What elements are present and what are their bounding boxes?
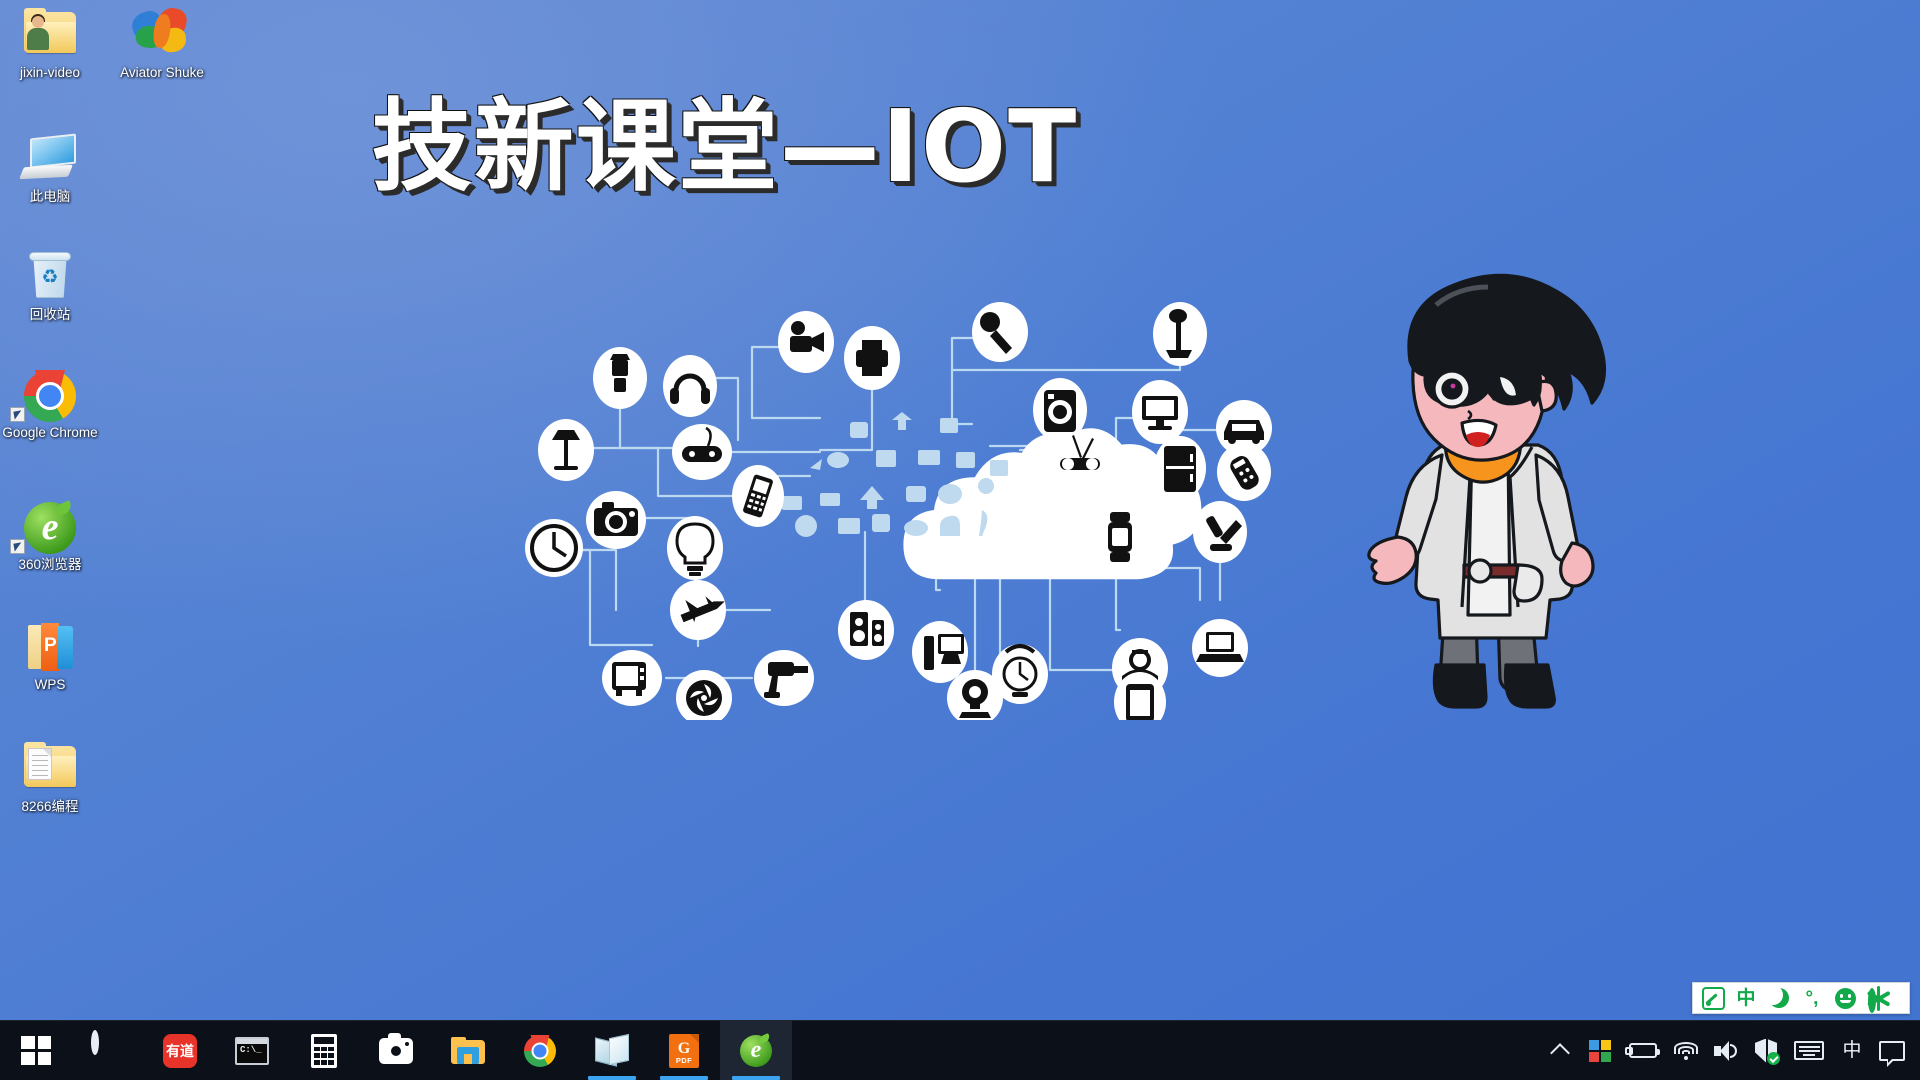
youdao-button[interactable]: 有道: [144, 1021, 216, 1080]
desktop-icon-label: WPS: [34, 677, 66, 692]
taskbar-buttons: 有道 C:\_ G PDF e: [0, 1021, 792, 1080]
desktop-icon-label: 此电脑: [29, 189, 71, 204]
desktop-icon-label: Aviator Shuke: [120, 65, 204, 80]
360-browser-icon: e: [2, 500, 98, 554]
360-browser-button[interactable]: e: [720, 1021, 792, 1080]
desktop-icon-label: 8266编程: [21, 799, 79, 814]
camera-icon: [379, 1032, 413, 1064]
system-tray: 中: [1540, 1021, 1920, 1080]
desktop-icon-label: jixin-video: [19, 65, 81, 80]
ime-settings-icon[interactable]: [1863, 985, 1893, 1013]
folder-icon: [451, 1037, 485, 1064]
file-explorer-button[interactable]: [432, 1021, 504, 1080]
desktop-icon-label: Google Chrome: [2, 425, 98, 440]
butterfly-icon: [114, 5, 210, 62]
show-hidden-icons-button[interactable]: [1540, 1021, 1580, 1080]
desktop-icon-label: 回收站: [29, 307, 71, 322]
360-browser-icon: e: [740, 1032, 772, 1067]
folder-document-icon: [2, 742, 98, 796]
ime-punctuation-icon[interactable]: °,: [1797, 985, 1827, 1011]
calculator-button[interactable]: [288, 1021, 360, 1080]
running-indicator: [588, 1076, 636, 1080]
wifi-icon: [1674, 1041, 1698, 1060]
start-button[interactable]: [0, 1021, 72, 1080]
cortana-icon: [91, 1029, 125, 1068]
iot-network-illustration: [520, 300, 1280, 720]
notes-button[interactable]: [576, 1021, 648, 1080]
this-pc-icon: [2, 132, 98, 186]
ime-logo-icon[interactable]: [1698, 985, 1728, 1011]
ime-moon-icon[interactable]: [1763, 985, 1794, 1011]
recycle-bin-icon: ♻: [2, 250, 98, 304]
battery-icon[interactable]: [1620, 1021, 1666, 1080]
battery-charging-icon: [1625, 1043, 1660, 1058]
app-tiles-icon[interactable]: [1580, 1021, 1620, 1080]
keyboard-icon: [1794, 1041, 1824, 1060]
ime-floating-toolbar[interactable]: 中 °,: [1692, 982, 1910, 1014]
desktop-icon-wps[interactable]: P WPS: [2, 620, 98, 692]
note-pages-icon: [595, 1033, 629, 1067]
cortana-button[interactable]: [72, 1021, 144, 1080]
active-indicator: [732, 1076, 780, 1080]
desktop-icon-google-chrome[interactable]: Google Chrome: [2, 368, 98, 440]
pdf-icon: G PDF: [669, 1033, 699, 1068]
shield-check-icon: [1755, 1038, 1780, 1065]
speaker-icon: [1714, 1040, 1738, 1061]
shortcut-overlay-icon: [10, 539, 25, 554]
shortcut-overlay-icon: [10, 407, 25, 422]
network-icon[interactable]: [1666, 1021, 1706, 1080]
desktop-icon-jixin-video[interactable]: jixin-video: [2, 8, 98, 80]
chrome-button[interactable]: [504, 1021, 576, 1080]
taskbar: 有道 C:\_ G PDF e 中: [0, 1020, 1920, 1080]
chevron-up-icon: [1550, 1043, 1570, 1063]
ime-emoji-icon[interactable]: [1830, 985, 1860, 1011]
terminal-icon: C:\_: [235, 1036, 269, 1065]
running-indicator: [660, 1076, 708, 1080]
desktop-icon-aviator-shuke[interactable]: Aviator Shuke: [114, 5, 210, 80]
ime-chinese-mode-icon[interactable]: 中: [1731, 985, 1761, 1011]
command-prompt-button[interactable]: C:\_: [216, 1021, 288, 1080]
pdf-button[interactable]: G PDF: [648, 1021, 720, 1080]
desktop-icon-this-pc[interactable]: 此电脑: [2, 132, 98, 204]
camera-button[interactable]: [360, 1021, 432, 1080]
desktop-icon-8266-programming[interactable]: 8266编程: [2, 742, 98, 814]
chrome-icon: [2, 368, 98, 422]
wps-office-icon: P: [2, 620, 98, 674]
chat-bubble-icon: [1879, 1040, 1905, 1067]
touch-keyboard-icon[interactable]: [1786, 1021, 1832, 1080]
chrome-icon: [524, 1034, 556, 1067]
security-icon[interactable]: [1746, 1021, 1786, 1080]
desktop-icon-label: 360浏览器: [18, 557, 82, 572]
action-center-icon[interactable]: [1872, 1021, 1912, 1080]
desktop-icon-recycle-bin[interactable]: ♻ 回收站: [2, 250, 98, 322]
desktop-icon-360-browser[interactable]: e 360浏览器: [2, 500, 98, 572]
boy-scientist-mascot: [1340, 265, 1640, 735]
wallpaper-title: 技新课堂—IOT: [371, 88, 1079, 205]
desktop-wallpaper: 技新课堂—IOT jixin-video Aviator Shuke 此电脑 ♻…: [0, 0, 1920, 1080]
youdao-icon: 有道: [163, 1033, 197, 1068]
windows-logo-icon: [21, 1036, 51, 1065]
calculator-icon: [311, 1033, 337, 1068]
ime-indicator[interactable]: 中: [1832, 1021, 1872, 1080]
folder-user-icon: [2, 8, 98, 62]
volume-icon[interactable]: [1706, 1021, 1746, 1080]
four-squares-icon: [1589, 1039, 1611, 1062]
